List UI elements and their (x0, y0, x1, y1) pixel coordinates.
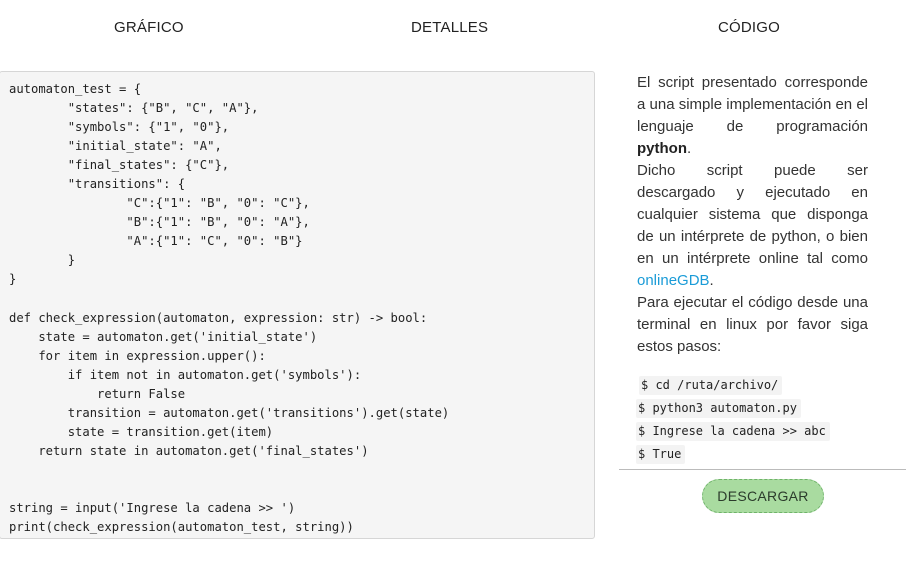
description-text: Dicho script puede ser descargado y ejec… (637, 162, 868, 267)
command-list: $ cd /ruta/archivo/ $ python3 automaton.… (636, 376, 896, 468)
onlinegdb-link[interactable]: onlineGDB (637, 272, 710, 289)
description-panel: El script presentado corresponde a una s… (637, 72, 868, 358)
code-panel: automaton_test = { "states": {"B", "C", … (0, 71, 595, 539)
tab-detalles[interactable]: DETALLES (411, 19, 488, 36)
language-name: python (637, 140, 687, 157)
tab-bar: GRÁFICO DETALLES CÓDIGO (0, 0, 906, 56)
command-line: $ True (636, 445, 686, 464)
command-line: $ Ingrese la cadena >> abc (636, 422, 830, 441)
command-line: $ python3 automaton.py (636, 399, 801, 418)
download-button[interactable]: DESCARGAR (702, 479, 824, 513)
code-block: automaton_test = { "states": {"B", "C", … (9, 82, 450, 535)
description-paragraph-3: Para ejecutar el código desde una termin… (637, 294, 868, 355)
divider (619, 469, 906, 470)
punctuation: . (687, 140, 692, 157)
command-line: $ cd /ruta/archivo/ (639, 376, 783, 395)
punctuation: . (709, 272, 714, 289)
tab-codigo[interactable]: CÓDIGO (718, 19, 780, 36)
description-paragraph-1: El script presentado corresponde a una s… (637, 72, 868, 160)
tab-grafico[interactable]: GRÁFICO (114, 19, 184, 36)
description-paragraph-2: Dicho script puede ser descargado y ejec… (637, 160, 868, 292)
description-text: El script presentado corresponde a una s… (637, 74, 868, 135)
